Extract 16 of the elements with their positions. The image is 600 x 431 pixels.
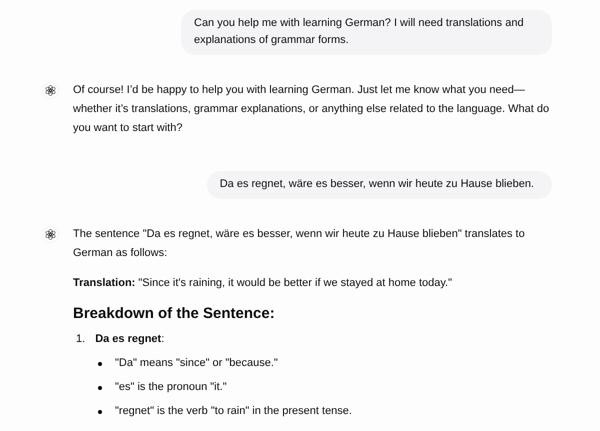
bullet-icon — [98, 410, 102, 414]
user-message: Can you help me with learning German? I will need translations and explanations of grammar forms. — [181, 10, 552, 55]
list-item-title: Da es regnet: — [95, 332, 164, 347]
user-message: Da es regnet, wäre es besser, wenn wir heute zu Hause blieben. — [206, 171, 552, 199]
bullet-icon — [98, 386, 102, 390]
knot-icon — [42, 226, 59, 243]
section-heading: Breakdown of the Sentence: — [73, 304, 276, 324]
bullet-text: "Da" means "since" or "because." — [115, 356, 278, 371]
reply-paragraph: Translation: "Since it's raining, it would be better if we stayed at home today." — [73, 276, 453, 291]
bullet-text: "regnet" is the verb "to rain" in the present tense. — [115, 404, 352, 419]
reply-paragraph: The sentence "Da es regnet, wäre es besser, wenn wir heute zu Hause blieben" translates to German as follows: — [73, 227, 526, 261]
list-number: 1. — [76, 332, 86, 347]
reply-paragraph: Of course! I’d be happy to help you with learning German. Just let me know what you need—whether it’s translations, grammar explanations, or anything else related to the language. What do you want to start with? — [73, 83, 550, 136]
bullet-icon — [98, 362, 102, 366]
knot-icon — [42, 82, 59, 99]
bullet-text: "es" is the pronoun "it." — [115, 380, 227, 395]
